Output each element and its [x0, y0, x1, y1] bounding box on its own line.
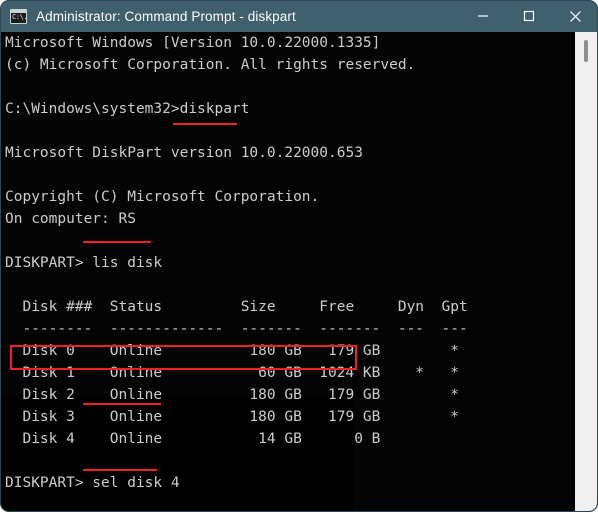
window-title: Administrator: Command Prompt - diskpart	[36, 8, 296, 24]
console-line: Disk 2 Online 180 GB 179 GB *	[5, 387, 459, 403]
console-line: DISKPART> sel disk 4	[5, 475, 180, 491]
console-line: (c) Microsoft Corporation. All rights re…	[5, 57, 416, 73]
caption-button-group	[460, 0, 598, 32]
console-line: On computer: RS	[5, 211, 136, 227]
maximize-button[interactable]	[506, 0, 552, 32]
annotation-underline-diskpart	[173, 123, 237, 125]
console-line: Microsoft DiskPart version 10.0.22000.65…	[5, 145, 363, 161]
minimize-button[interactable]	[460, 0, 506, 32]
console-window-icon: C:\.	[10, 8, 27, 24]
console-line: C:\Windows\system32>diskpart	[5, 101, 250, 117]
title-bar[interactable]: C:\. Administrator: Command Prompt - dis…	[0, 0, 598, 32]
close-button[interactable]	[552, 0, 598, 32]
console-line: Disk 3 Online 180 GB 179 GB *	[5, 409, 459, 425]
close-icon	[569, 10, 581, 22]
console-line: Disk 4 Online 14 GB 0 B	[5, 431, 381, 447]
icon-glyph-text: C:\.	[12, 12, 27, 21]
console-line: Copyright (C) Microsoft Corporation.	[5, 189, 320, 205]
vertical-scrollbar[interactable]	[575, 32, 597, 511]
annotation-underline-sel-disk-4	[83, 403, 161, 405]
console-line: DISKPART> lis disk	[5, 255, 163, 271]
minimize-icon	[478, 15, 488, 17]
annotation-underline-clean-all	[83, 469, 157, 471]
annotation-box-disk-4-row	[10, 345, 357, 370]
annotation-underline-lis-disk	[83, 241, 151, 243]
console-output-area[interactable]: Microsoft Windows [Version 10.0.22000.13…	[1, 32, 597, 511]
scrollbar-thumb[interactable]	[584, 40, 588, 62]
console-text: Microsoft Windows [Version 10.0.22000.13…	[1, 32, 574, 511]
console-line: Disk ### Status Size Free Dyn Gpt	[5, 299, 468, 315]
maximize-icon	[523, 10, 535, 22]
console-line: Microsoft Windows [Version 10.0.22000.13…	[5, 35, 381, 51]
command-prompt-window: C:\. Administrator: Command Prompt - dis…	[0, 0, 598, 512]
console-line: -------- ------------- ------- ------- -…	[5, 321, 468, 337]
